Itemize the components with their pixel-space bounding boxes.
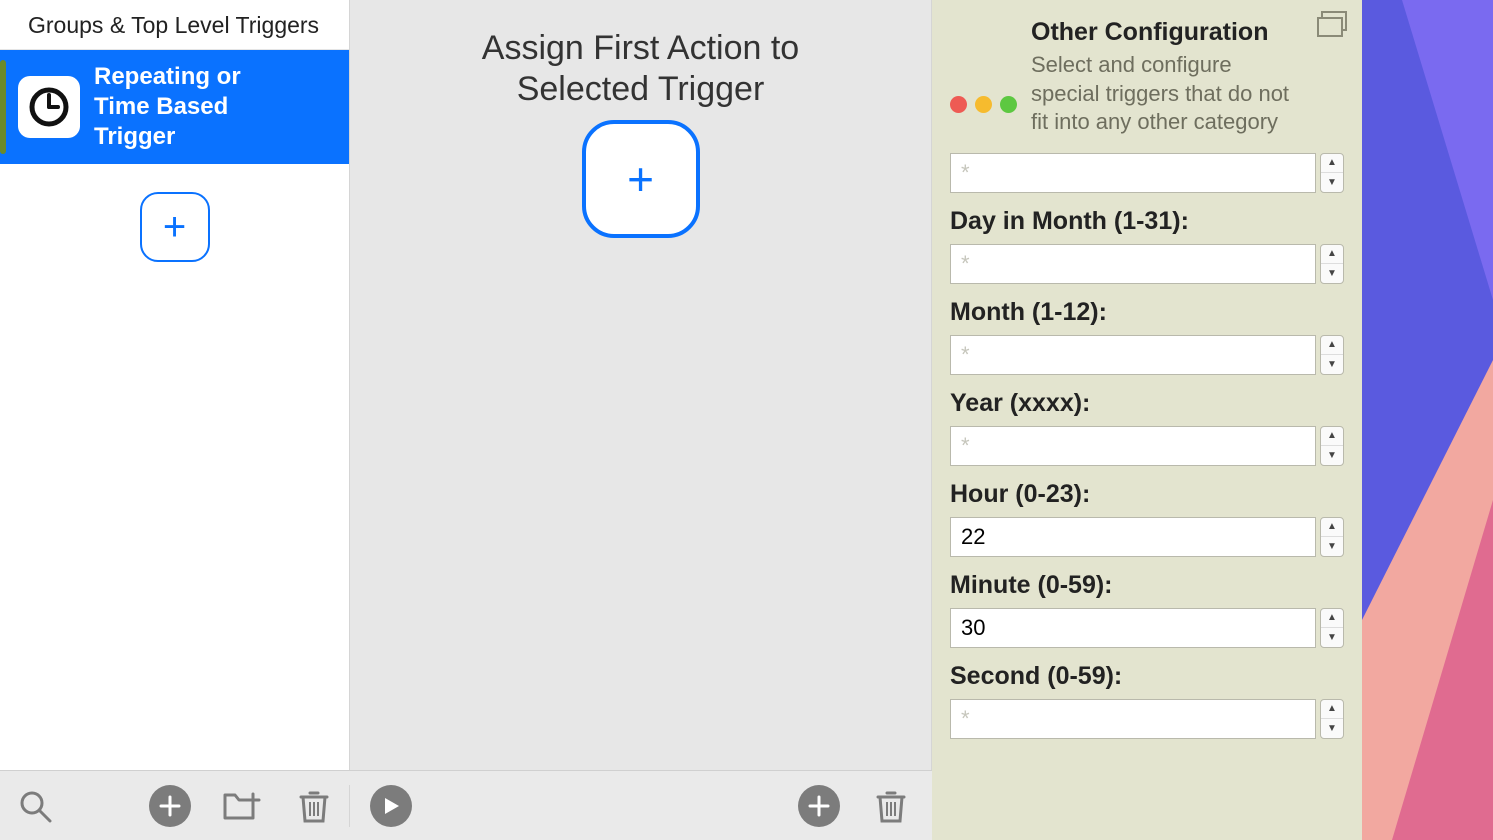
chevron-up-icon[interactable]: ▲ [1321,700,1343,720]
config-fields: ▲▼ Day in Month (1-31): ▲▼ Month (1-12):… [932,149,1362,739]
config-input-day[interactable] [950,244,1316,284]
plus-icon: + [163,205,186,250]
desktop-background [1362,0,1493,840]
chevron-down-icon[interactable]: ▼ [1321,355,1343,374]
stepper[interactable]: ▲▼ [1320,517,1344,557]
config-input-second[interactable] [950,699,1316,739]
trigger-enabled-indicator [0,60,6,154]
config-field-hour: Hour (0-23): ▲▼ [950,480,1344,557]
trash-icon [299,789,329,823]
delete-button-mid[interactable] [870,785,912,827]
config-panel: Other Configuration Select and configure… [932,0,1362,840]
new-folder-button[interactable] [221,785,263,827]
close-window-icon[interactable] [950,96,967,113]
chevron-up-icon[interactable]: ▲ [1321,518,1343,538]
folder-plus-icon [223,790,261,822]
clock-icon [18,76,80,138]
stepper[interactable]: ▲▼ [1320,426,1344,466]
chevron-up-icon[interactable]: ▲ [1321,336,1343,356]
action-panel-title: Assign First Action to Selected Trigger [482,28,799,110]
config-input-year[interactable] [950,426,1316,466]
stepper[interactable]: ▲▼ [1320,608,1344,648]
stepper[interactable]: ▲▼ [1320,335,1344,375]
add-trigger-button[interactable]: + [140,192,210,262]
sidebar-header: Groups & Top Level Triggers [0,0,349,50]
search-button[interactable] [14,785,56,827]
add-action-button[interactable]: + [582,120,700,238]
sidebar-add-wrap: + [0,192,349,262]
action-panel: Assign First Action to Selected Trigger … [349,0,932,840]
stepper[interactable]: ▲▼ [1320,244,1344,284]
trash-icon [876,789,906,823]
bottom-toolbar [0,770,932,840]
toolbar-add-button[interactable] [149,785,191,827]
config-label-month: Month (1-12): [950,298,1344,327]
chevron-down-icon[interactable]: ▼ [1321,264,1343,283]
chevron-up-icon[interactable]: ▲ [1321,245,1343,265]
chevron-up-icon[interactable]: ▲ [1321,154,1343,174]
chevron-down-icon[interactable]: ▼ [1321,628,1343,647]
chevron-down-icon[interactable]: ▼ [1321,719,1343,738]
sidebar-item-label: Repeating or Time Based Trigger [94,62,294,152]
delete-button-left[interactable] [293,785,335,827]
plus-icon [808,795,830,817]
config-label-year: Year (xxxx): [950,389,1344,418]
zoom-window-icon[interactable] [1000,96,1017,113]
config-input-hour[interactable] [950,517,1316,557]
search-icon [18,789,52,823]
config-label-day: Day in Month (1-31): [950,207,1344,236]
action-title-line1: Assign First Action to [482,29,799,67]
config-title: Other Configuration [1031,18,1291,47]
config-input-month[interactable] [950,335,1316,375]
toolbar-add-action-button[interactable] [798,785,840,827]
action-title-line2: Selected Trigger [517,70,765,108]
window-traffic-lights[interactable] [950,96,1017,113]
plus-icon: + [627,152,654,206]
chevron-down-icon[interactable]: ▼ [1321,537,1343,556]
config-field-second: Second (0-59): ▲▼ [950,662,1344,739]
sidebar: Groups & Top Level Triggers Repeating or… [0,0,349,840]
config-label-second: Second (0-59): [950,662,1344,691]
run-button[interactable] [370,785,412,827]
config-field-minute: Minute (0-59): ▲▼ [950,571,1344,648]
config-input-unknown[interactable] [950,153,1316,193]
config-field-month: Month (1-12): ▲▼ [950,298,1344,375]
config-field-day: Day in Month (1-31): ▲▼ [950,207,1344,284]
stepper[interactable]: ▲▼ [1320,699,1344,739]
config-label-hour: Hour (0-23): [950,480,1344,509]
chevron-up-icon[interactable]: ▲ [1321,427,1343,447]
plus-icon [159,795,181,817]
stepper[interactable]: ▲▼ [1320,153,1344,193]
minimize-window-icon[interactable] [975,96,992,113]
config-field-year: Year (xxxx): ▲▼ [950,389,1344,466]
sidebar-item-repeating-trigger[interactable]: Repeating or Time Based Trigger [0,50,349,164]
chevron-down-icon[interactable]: ▼ [1321,173,1343,192]
chevron-down-icon[interactable]: ▼ [1321,446,1343,465]
window-icon[interactable] [1316,10,1350,43]
config-field-unknown: ▲▼ [950,153,1344,193]
chevron-up-icon[interactable]: ▲ [1321,609,1343,629]
config-input-minute[interactable] [950,608,1316,648]
play-icon [381,796,401,816]
config-label-minute: Minute (0-59): [950,571,1344,600]
config-subtitle: Select and configure special triggers th… [1031,51,1291,137]
